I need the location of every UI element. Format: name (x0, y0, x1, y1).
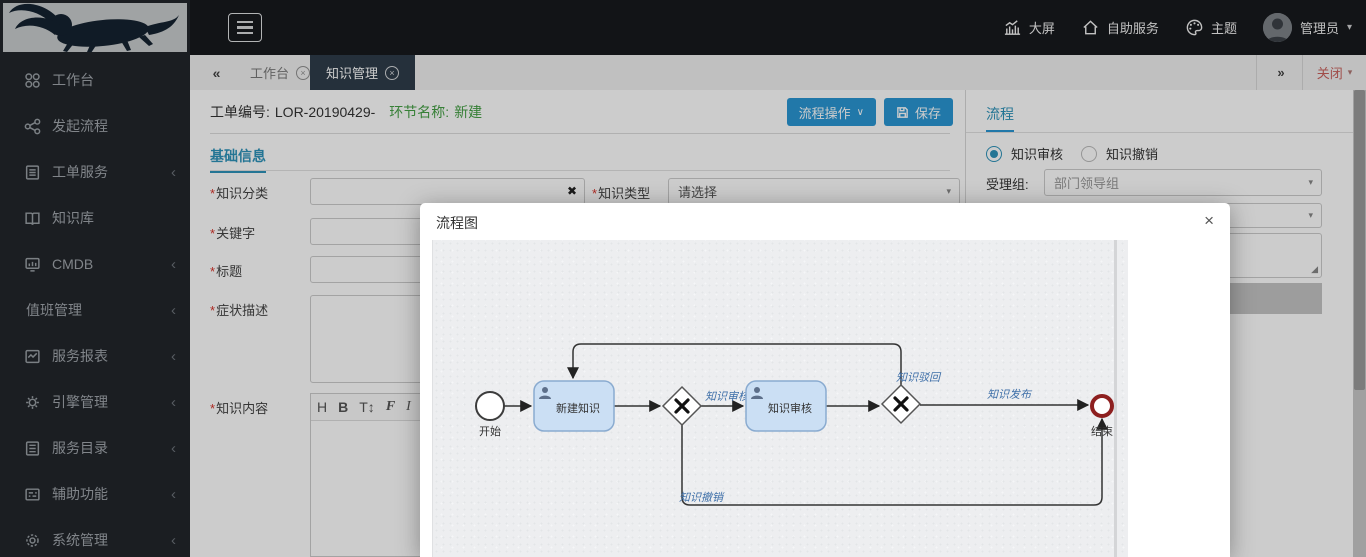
end-event-label: 结束 (1091, 425, 1113, 438)
modal-header: 流程图 × (420, 203, 1230, 240)
start-event[interactable] (476, 392, 504, 420)
task-create-knowledge-label: 新建知识 (556, 401, 600, 415)
close-icon[interactable]: × (1204, 211, 1214, 231)
end-event[interactable] (1092, 396, 1112, 416)
flow-diagram-modal: 流程图 × 开始 新建知识 (420, 203, 1230, 557)
modal-title: 流程图 (436, 213, 478, 233)
canvas-scrollbar[interactable] (1114, 240, 1117, 557)
task-review-knowledge-label: 知识审核 (768, 401, 812, 415)
edge-withdraw-label: 知识撤销 (679, 491, 725, 504)
bpmn-canvas[interactable]: 开始 新建知识 知识审核 知识审核 知识驳回 (432, 240, 1128, 557)
edge-review-label: 知识审核 (705, 390, 751, 403)
edge-publish-label: 知识发布 (987, 388, 1033, 401)
start-event-label: 开始 (479, 424, 501, 438)
edge-reject-loop (573, 344, 901, 385)
bpmn-diagram: 开始 新建知识 知识审核 知识审核 知识驳回 (433, 240, 1129, 557)
edge-reject-label: 知识驳回 (896, 371, 942, 384)
edge-withdraw-loop (682, 419, 1102, 505)
